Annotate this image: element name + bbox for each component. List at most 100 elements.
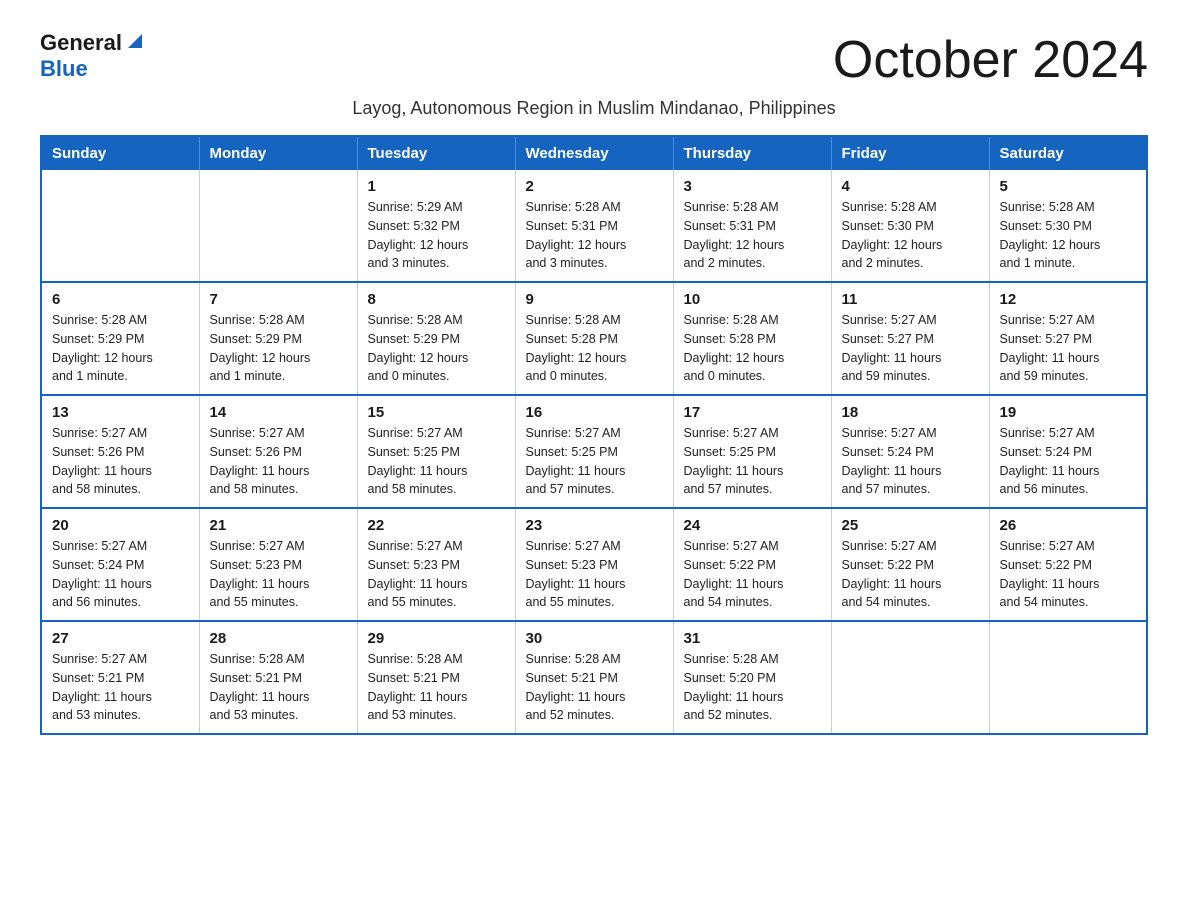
calendar-table: SundayMondayTuesdayWednesdayThursdayFrid… [40,135,1148,735]
day-number: 1 [368,178,505,195]
day-info: Sunrise: 5:28 AMSunset: 5:29 PMDaylight:… [210,311,347,386]
day-cell-22: 22 Sunrise: 5:27 AMSunset: 5:23 PMDayligh… [357,508,515,621]
day-cell-18: 18Sunrise: 5:27 AMSunset: 5:24 PMDayligh… [831,395,989,508]
logo-triangle-icon [124,30,146,52]
day-number: 22 [368,517,505,534]
day-number: 4 [842,178,979,195]
day-info: Sunrise: 5:28 AMSunset: 5:31 PMDaylight:… [526,198,663,273]
day-number: 12 [1000,291,1137,308]
day-info: Sunrise: 5:28 AMSunset: 5:21 PMDaylight:… [526,650,663,725]
weekday-header-monday: Monday [199,136,357,170]
weekday-header-saturday: Saturday [989,136,1147,170]
day-info: Sunrise: 5:27 AMSunset: 5:27 PMDaylight:… [1000,311,1137,386]
empty-cell [199,170,357,282]
day-info: Sunrise: 5:28 AMSunset: 5:30 PMDaylight:… [842,198,979,273]
page-header: General Blue October 2024 [40,30,1148,90]
day-cell-26: 26 Sunrise: 5:27 AMSunset: 5:22 PMDayligh… [989,508,1147,621]
day-number: 17 [684,404,821,421]
day-cell-7: 7 Sunrise: 5:28 AMSunset: 5:29 PMDaylight… [199,282,357,395]
day-number: 3 [684,178,821,195]
weekday-header-sunday: Sunday [41,136,199,170]
day-number: 2 [526,178,663,195]
day-info: Sunrise: 5:28 AMSunset: 5:30 PMDaylight:… [1000,198,1137,273]
day-info: Sunrise: 5:27 AMSunset: 5:22 PMDaylight:… [684,537,821,612]
day-number: 19 [1000,404,1137,421]
day-number: 6 [52,291,189,308]
day-number: 29 [368,630,505,647]
weekday-header-row: SundayMondayTuesdayWednesdayThursdayFrid… [41,136,1147,170]
day-cell-4: 4 Sunrise: 5:28 AMSunset: 5:30 PMDaylight… [831,170,989,282]
day-cell-10: 10 Sunrise: 5:28 AMSunset: 5:28 PMDayligh… [673,282,831,395]
day-cell-27: 27 Sunrise: 5:27 AMSunset: 5:21 PMDayligh… [41,621,199,734]
empty-cell [831,621,989,734]
day-number: 11 [842,291,979,308]
day-cell-3: 3 Sunrise: 5:28 AMSunset: 5:31 PMDaylight… [673,170,831,282]
day-cell-12: 12 Sunrise: 5:27 AMSunset: 5:27 PMDayligh… [989,282,1147,395]
day-info: Sunrise: 5:27 AMSunset: 5:25 PMDaylight:… [684,424,821,499]
week-row-3: 13 Sunrise: 5:27 AMSunset: 5:26 PMDayligh… [41,395,1147,508]
day-info: Sunrise: 5:28 AMSunset: 5:28 PMDaylight:… [684,311,821,386]
day-cell-30: 30 Sunrise: 5:28 AMSunset: 5:21 PMDayligh… [515,621,673,734]
weekday-header-friday: Friday [831,136,989,170]
logo: General Blue [40,30,146,82]
day-cell-2: 2 Sunrise: 5:28 AMSunset: 5:31 PMDaylight… [515,170,673,282]
day-number: 10 [684,291,821,308]
logo-general-text: General [40,30,122,56]
day-cell-24: 24 Sunrise: 5:27 AMSunset: 5:22 PMDayligh… [673,508,831,621]
day-number: 27 [52,630,189,647]
day-cell-17: 17 Sunrise: 5:27 AMSunset: 5:25 PMDayligh… [673,395,831,508]
day-cell-25: 25Sunrise: 5:27 AMSunset: 5:22 PMDayligh… [831,508,989,621]
day-number: 23 [526,517,663,534]
day-number: 30 [526,630,663,647]
week-row-1: 1 Sunrise: 5:29 AMSunset: 5:32 PMDaylight… [41,170,1147,282]
day-cell-21: 21 Sunrise: 5:27 AMSunset: 5:23 PMDayligh… [199,508,357,621]
day-info: Sunrise: 5:27 AMSunset: 5:26 PMDaylight:… [210,424,347,499]
day-info: Sunrise: 5:28 AMSunset: 5:28 PMDaylight:… [526,311,663,386]
day-number: 24 [684,517,821,534]
logo-blue-text: Blue [40,56,88,82]
day-info: Sunrise: 5:27 AMSunset: 5:22 PMDaylight:… [1000,537,1137,612]
day-info: Sunrise: 5:27 AMSunset: 5:27 PMDaylight:… [842,311,979,386]
day-number: 7 [210,291,347,308]
day-number: 28 [210,630,347,647]
month-title: October 2024 [833,30,1148,90]
day-info: Sunrise: 5:28 AMSunset: 5:21 PMDaylight:… [210,650,347,725]
week-row-5: 27 Sunrise: 5:27 AMSunset: 5:21 PMDayligh… [41,621,1147,734]
day-info: Sunrise: 5:27 AMSunset: 5:24 PMDaylight:… [52,537,189,612]
day-cell-15: 15 Sunrise: 5:27 AMSunset: 5:25 PMDayligh… [357,395,515,508]
day-info: Sunrise: 5:28 AMSunset: 5:20 PMDaylight:… [684,650,821,725]
location-subtitle: Layog, Autonomous Region in Muslim Minda… [40,98,1148,119]
day-cell-11: 11 Sunrise: 5:27 AMSunset: 5:27 PMDayligh… [831,282,989,395]
day-info: Sunrise: 5:28 AMSunset: 5:31 PMDaylight:… [684,198,821,273]
day-info: Sunrise: 5:27 AMSunset: 5:21 PMDaylight:… [52,650,189,725]
day-number: 26 [1000,517,1137,534]
day-number: 15 [368,404,505,421]
day-cell-23: 23 Sunrise: 5:27 AMSunset: 5:23 PMDayligh… [515,508,673,621]
day-cell-8: 8Sunrise: 5:28 AMSunset: 5:29 PMDaylight… [357,282,515,395]
day-number: 18 [842,404,979,421]
day-info: Sunrise: 5:27 AMSunset: 5:23 PMDaylight:… [368,537,505,612]
day-number: 21 [210,517,347,534]
day-info: Sunrise: 5:27 AMSunset: 5:26 PMDaylight:… [52,424,189,499]
day-cell-29: 29Sunrise: 5:28 AMSunset: 5:21 PMDayligh… [357,621,515,734]
day-info: Sunrise: 5:27 AMSunset: 5:23 PMDaylight:… [210,537,347,612]
weekday-header-tuesday: Tuesday [357,136,515,170]
day-number: 25 [842,517,979,534]
day-cell-5: 5 Sunrise: 5:28 AMSunset: 5:30 PMDaylight… [989,170,1147,282]
day-cell-20: 20Sunrise: 5:27 AMSunset: 5:24 PMDayligh… [41,508,199,621]
day-info: Sunrise: 5:27 AMSunset: 5:23 PMDaylight:… [526,537,663,612]
week-row-2: 6 Sunrise: 5:28 AMSunset: 5:29 PMDaylight… [41,282,1147,395]
weekday-header-thursday: Thursday [673,136,831,170]
day-number: 5 [1000,178,1137,195]
day-cell-19: 19 Sunrise: 5:27 AMSunset: 5:24 PMDayligh… [989,395,1147,508]
day-number: 31 [684,630,821,647]
day-cell-14: 14Sunrise: 5:27 AMSunset: 5:26 PMDayligh… [199,395,357,508]
day-info: Sunrise: 5:27 AMSunset: 5:25 PMDaylight:… [368,424,505,499]
empty-cell [989,621,1147,734]
day-info: Sunrise: 5:27 AMSunset: 5:24 PMDaylight:… [1000,424,1137,499]
day-cell-31: 31 Sunrise: 5:28 AMSunset: 5:20 PMDayligh… [673,621,831,734]
day-cell-1: 1 Sunrise: 5:29 AMSunset: 5:32 PMDaylight… [357,170,515,282]
day-number: 13 [52,404,189,421]
day-info: Sunrise: 5:27 AMSunset: 5:25 PMDaylight:… [526,424,663,499]
day-info: Sunrise: 5:29 AMSunset: 5:32 PMDaylight:… [368,198,505,273]
